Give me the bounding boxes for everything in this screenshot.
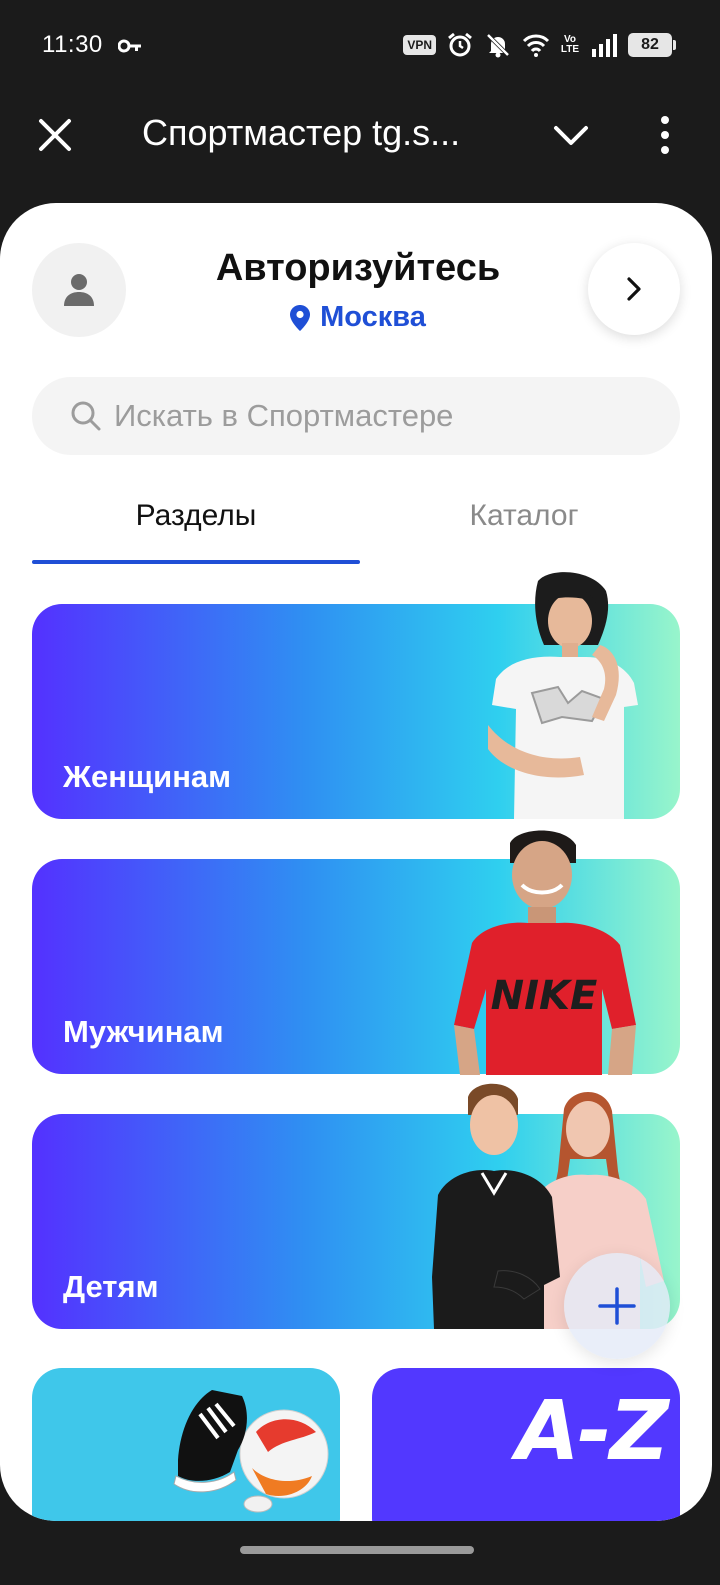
brands-az-text: A-Z: [516, 1384, 669, 1479]
auth-title[interactable]: Авторизуйтесь: [140, 247, 576, 290]
active-tab-indicator: [32, 560, 360, 564]
city-selector[interactable]: Москва: [140, 301, 576, 334]
search-input[interactable]: Искать в Спортмастере: [32, 377, 680, 455]
sneaker-and-ball-photo: [173, 1390, 329, 1513]
browser-title: Спортмастер tg.s...: [142, 112, 461, 153]
more-vert-icon[interactable]: [650, 114, 680, 156]
volte-indicator: Vo LTE: [560, 35, 580, 55]
tab-sections[interactable]: Разделы: [32, 499, 360, 533]
search-icon: [71, 401, 101, 431]
man-photo: NIKE: [454, 830, 636, 1075]
signal-icon: [592, 34, 617, 57]
app-sheet: Авторизуйтесь Москва Искать в Спортмасте…: [0, 203, 712, 1521]
search-placeholder: Искать в Спортмастере: [114, 398, 454, 433]
tab-catalog[interactable]: Каталог: [360, 499, 688, 533]
city-name: Москва: [320, 301, 426, 333]
user-icon: [64, 274, 94, 306]
profile-arrow-button[interactable]: [588, 243, 680, 335]
add-button[interactable]: [564, 1253, 670, 1359]
tile-sport-equipment[interactable]: [32, 1368, 340, 1521]
browser-toolbar: Спортмастер tg.s...: [0, 92, 720, 188]
chevron-down-icon[interactable]: [552, 118, 590, 152]
plus-icon: [598, 1287, 636, 1325]
volte-bottom: LTE: [560, 44, 580, 55]
section-label: Женщинам: [63, 759, 232, 794]
svg-text:NIKE: NIKE: [491, 973, 598, 1019]
status-bar: 11:30 VPN Vo LTE 82: [0, 0, 720, 92]
wifi-icon: [522, 34, 550, 57]
tile-brands-a-z[interactable]: A-Z: [372, 1368, 680, 1521]
section-label: Детям: [63, 1269, 159, 1304]
home-indicator[interactable]: [240, 1546, 474, 1554]
vpn-badge: VPN: [403, 35, 436, 55]
section-label: Мужчинам: [63, 1014, 224, 1049]
close-icon[interactable]: [36, 116, 74, 154]
location-pin-icon: [290, 304, 311, 331]
battery-indicator: 82: [628, 33, 676, 57]
chevron-right-icon: [627, 277, 641, 301]
alarm-icon: [448, 32, 472, 57]
avatar-button[interactable]: [32, 243, 126, 337]
woman-photo: [488, 572, 638, 819]
status-time: 11:30: [42, 31, 103, 58]
status-icons: VPN Vo LTE 82: [403, 28, 676, 62]
key-icon: [118, 39, 141, 53]
mute-icon: [486, 33, 510, 58]
